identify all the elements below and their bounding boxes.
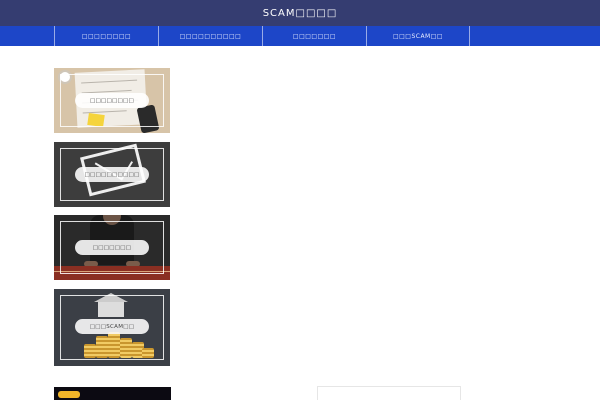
category-card-1[interactable]: □□□□□□□□: [54, 68, 170, 133]
sidebar-widget: [317, 386, 461, 400]
category-card-3[interactable]: □□□□□□□: [54, 215, 170, 280]
site-title[interactable]: SCAM□□□□: [263, 8, 338, 19]
category-card-2[interactable]: □□□□□□□□□□: [54, 142, 170, 207]
nav-item-4[interactable]: □□□SCAM□□: [366, 26, 470, 46]
category-card-4[interactable]: □□□SCAM□□: [54, 289, 170, 366]
category-tag: [58, 391, 80, 398]
site-header: SCAM□□□□: [0, 0, 600, 26]
card-label: □□□□□□□: [75, 240, 149, 255]
card-label: □□□SCAM□□: [75, 319, 149, 334]
card-label: □□□□□□□□: [75, 93, 149, 108]
nav-item-2[interactable]: □□□□□□□□□□: [158, 26, 262, 46]
card-label: □□□□□□□□□□: [75, 167, 149, 182]
post-thumbnail[interactable]: [54, 387, 171, 400]
nav-item-3[interactable]: □□□□□□□: [262, 26, 366, 46]
main-nav: □□□□□□□□ □□□□□□□□□□ □□□□□□□ □□□SCAM□□: [0, 26, 600, 46]
nav-item-1[interactable]: □□□□□□□□: [54, 26, 158, 46]
